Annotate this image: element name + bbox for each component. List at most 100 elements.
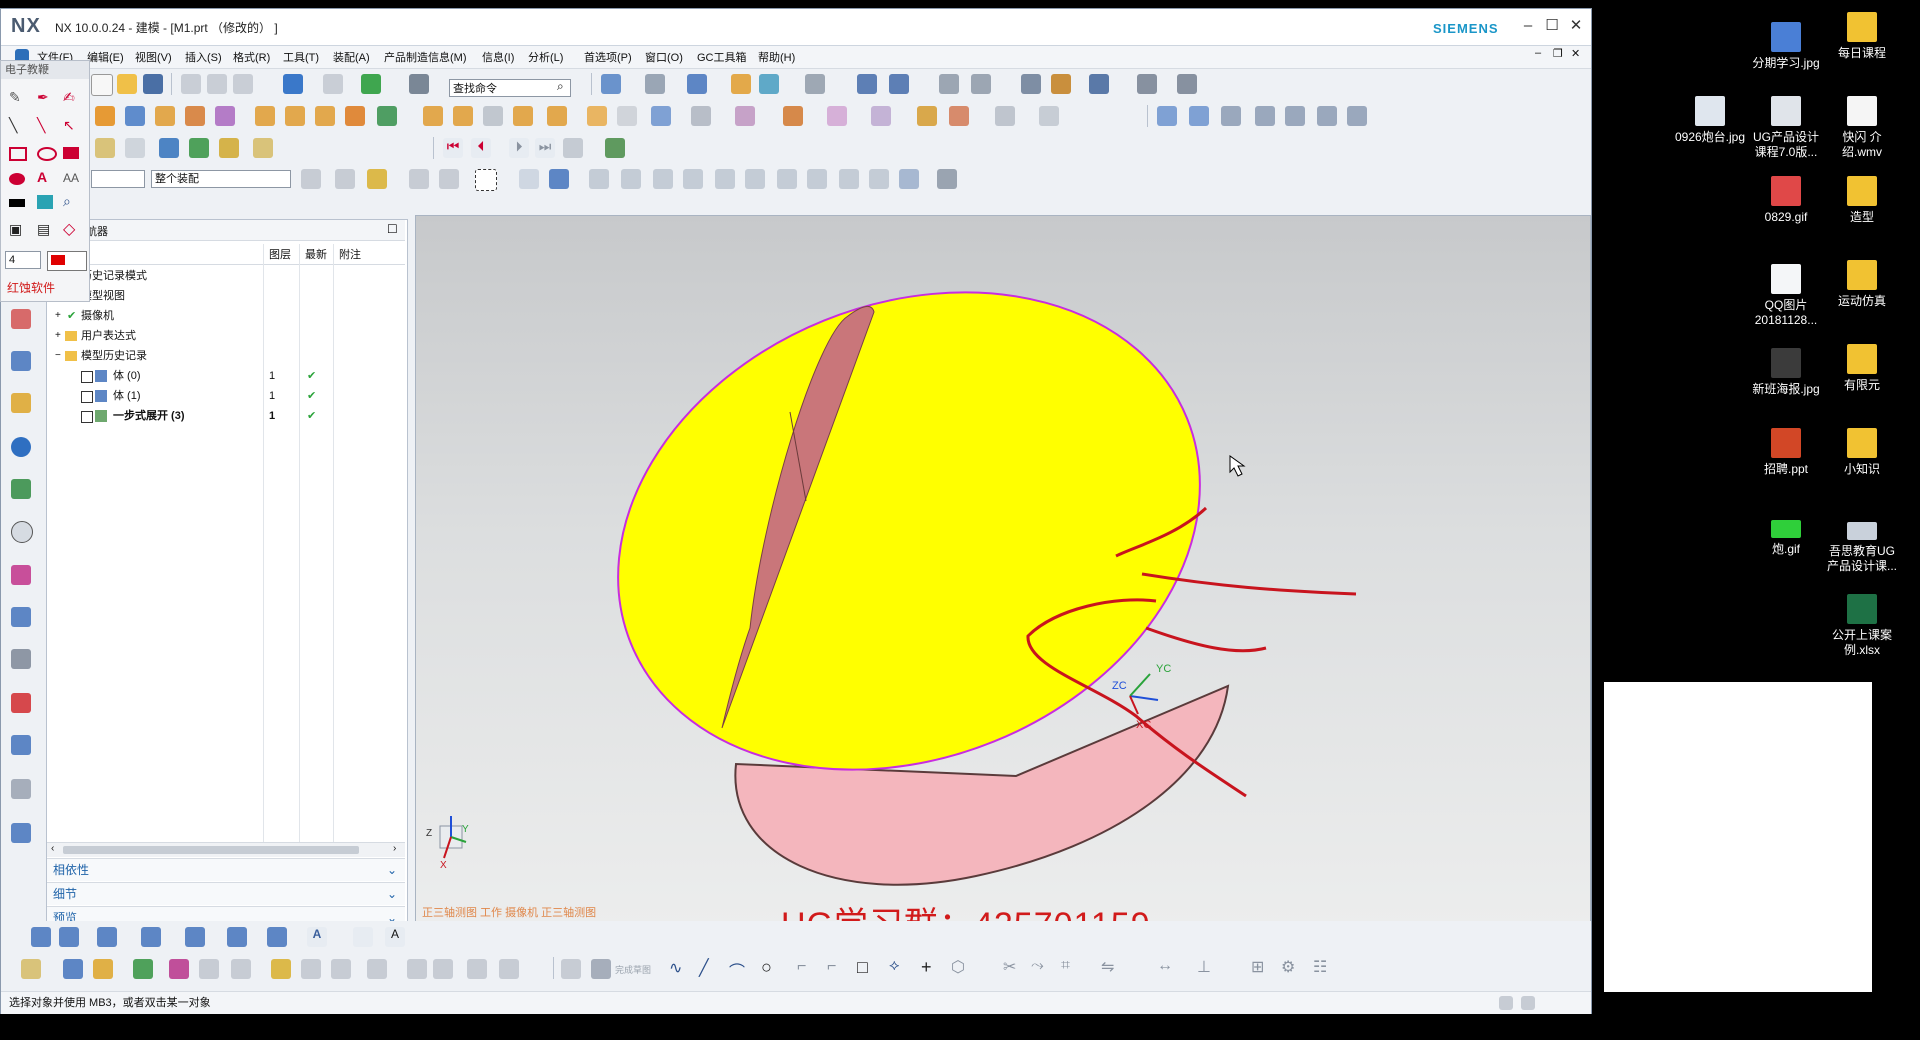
tree-row-model-views[interactable]: 模型视图 [47, 286, 405, 306]
shell-icon[interactable] [483, 106, 503, 126]
pattern-icon[interactable] [285, 106, 305, 126]
pen-size-dropdown[interactable]: 4 [5, 251, 41, 269]
highlighter-icon[interactable]: ✍ [63, 89, 75, 106]
new-sheet-icon[interactable] [59, 927, 79, 947]
unite-icon[interactable] [345, 106, 365, 126]
horizontal-scrollbar[interactable]: ‹ › [47, 842, 405, 857]
finish-sketch-label[interactable]: 完成草图 [615, 963, 651, 976]
line-tool-icon[interactable]: ╲ [37, 117, 45, 134]
intersect-curve-icon[interactable] [1221, 106, 1241, 126]
menu-pmi[interactable]: 产品制造信息(M) [384, 49, 467, 65]
play-icon[interactable]: ⏵ [509, 138, 529, 158]
bridge-icon[interactable] [917, 106, 937, 126]
helix-icon[interactable] [1317, 106, 1337, 126]
circle-icon[interactable]: ○ [761, 957, 772, 978]
rectangle-icon[interactable]: □ [857, 957, 868, 978]
doc-restore-icon[interactable]: ❐ [1553, 47, 1563, 60]
selection-scope-icon[interactable] [335, 169, 355, 189]
wave-icon[interactable] [467, 959, 487, 979]
offset-face-icon[interactable] [587, 106, 607, 126]
snap-arc-center-icon[interactable] [777, 169, 797, 189]
tree-row-body-0[interactable]: 体 (0) 1 ✔ [47, 366, 405, 386]
desktop-icon[interactable]: 造型 [1824, 176, 1900, 225]
minimize-button[interactable]: ‒ [1517, 15, 1539, 37]
checkbox-icon[interactable] [81, 411, 93, 423]
system-scene-icon[interactable] [11, 693, 31, 713]
text-curve-icon[interactable] [1347, 106, 1367, 126]
surface-icon[interactable] [783, 106, 803, 126]
last-frame-icon[interactable]: ⏭ [535, 138, 555, 158]
chevron-down-icon[interactable]: ⌄ [387, 859, 397, 881]
menu-format[interactable]: 格式(R) [233, 49, 270, 65]
make-corner-icon[interactable]: ⌗ [1061, 957, 1070, 975]
col-notes[interactable]: 附注 [339, 246, 361, 264]
revolve-icon[interactable] [185, 106, 205, 126]
filled-ellipse-tool-icon[interactable] [9, 173, 25, 185]
quick-extend-icon[interactable]: ⤳ [1031, 957, 1044, 975]
maximize-button[interactable]: ☐ [1541, 15, 1563, 37]
tree-row-cameras[interactable]: + ✔ 摄像机 [47, 306, 405, 326]
menu-help[interactable]: 帮助(H) [758, 49, 795, 65]
desktop-icon[interactable]: 每日课程 [1824, 12, 1900, 61]
scroll-left-icon[interactable]: ‹ [51, 843, 54, 854]
sync-modeling-icon[interactable] [691, 106, 711, 126]
sketch-plane-icon[interactable] [561, 959, 581, 979]
project-curve-icon[interactable] [1189, 106, 1209, 126]
snap-curve-icon[interactable] [683, 169, 703, 189]
menu-assembly[interactable]: 装配(A) [333, 49, 370, 65]
checkbox-icon[interactable] [81, 371, 93, 383]
collapse-icon[interactable]: − [55, 346, 61, 366]
tree-row-model-history[interactable]: − 模型历史记录 [47, 346, 405, 366]
doc-close-icon[interactable]: ✕ [1571, 47, 1580, 60]
point-icon[interactable] [271, 959, 291, 979]
sheet-metal-icon[interactable] [1039, 106, 1059, 126]
plane-icon[interactable] [331, 959, 351, 979]
save-icon[interactable] [143, 74, 163, 94]
orient-view-icon[interactable] [857, 74, 877, 94]
detail-view-icon[interactable] [227, 927, 247, 947]
assembly-navigator-icon[interactable] [11, 351, 31, 371]
mirror-curve-icon[interactable]: ⇋ [1101, 957, 1114, 977]
scope-filter-dropdown[interactable]: 整个装配 [151, 170, 291, 188]
roles-icon[interactable] [11, 649, 31, 669]
zoom-tool-icon[interactable]: ⌕ [63, 193, 71, 210]
snap-icon[interactable] [971, 74, 991, 94]
block-icon[interactable] [125, 106, 145, 126]
desktop-icon[interactable]: 招聘.ppt [1748, 428, 1824, 477]
command-finder-icon[interactable] [409, 74, 429, 94]
eraser-icon[interactable]: ✎ [9, 89, 21, 106]
shaded-icon[interactable] [687, 74, 707, 94]
curve-rule-icon[interactable] [367, 169, 387, 189]
prev-frame-icon[interactable]: ⏴ [471, 138, 491, 158]
link-icon[interactable] [407, 959, 427, 979]
drawing-icon[interactable] [31, 927, 51, 947]
line-icon[interactable]: ╱ [699, 958, 709, 978]
screen-capture-icon[interactable] [37, 195, 53, 209]
sketch-feature-icon[interactable] [93, 959, 113, 979]
snap-point-on-curve-icon[interactable] [839, 169, 859, 189]
redo-icon[interactable] [323, 74, 343, 94]
save-palette-icon[interactable]: ▣ [9, 221, 22, 238]
background-icon[interactable] [731, 74, 751, 94]
sketch-point-icon[interactable]: + [921, 957, 932, 978]
scroll-right-icon[interactable]: › [393, 843, 396, 854]
pen-icon[interactable]: ✒ [37, 89, 49, 106]
select-all-icon[interactable] [439, 169, 459, 189]
history-icon[interactable] [11, 521, 33, 543]
desktop-icon[interactable]: 新班海报.jpg [1748, 348, 1824, 397]
pen-color-dropdown[interactable] [47, 251, 87, 271]
rectangle-select-icon[interactable] [475, 169, 497, 191]
checkbox-icon[interactable] [81, 391, 93, 403]
text-icon[interactable]: A [385, 927, 405, 947]
filled-rect-tool-icon[interactable] [63, 147, 79, 159]
snap-intersection-icon[interactable] [745, 169, 765, 189]
new-icon[interactable] [91, 74, 113, 96]
n-sided-icon[interactable] [949, 106, 969, 126]
offset-sketch-icon[interactable]: ⬡ [951, 957, 965, 977]
offset-curve-icon[interactable] [1255, 106, 1275, 126]
section-view-icon[interactable] [185, 927, 205, 947]
reuse-library-icon[interactable] [11, 393, 31, 413]
replace-face-icon[interactable] [735, 106, 755, 126]
motion-icon[interactable] [605, 138, 625, 158]
general-selection-icon[interactable] [301, 169, 321, 189]
